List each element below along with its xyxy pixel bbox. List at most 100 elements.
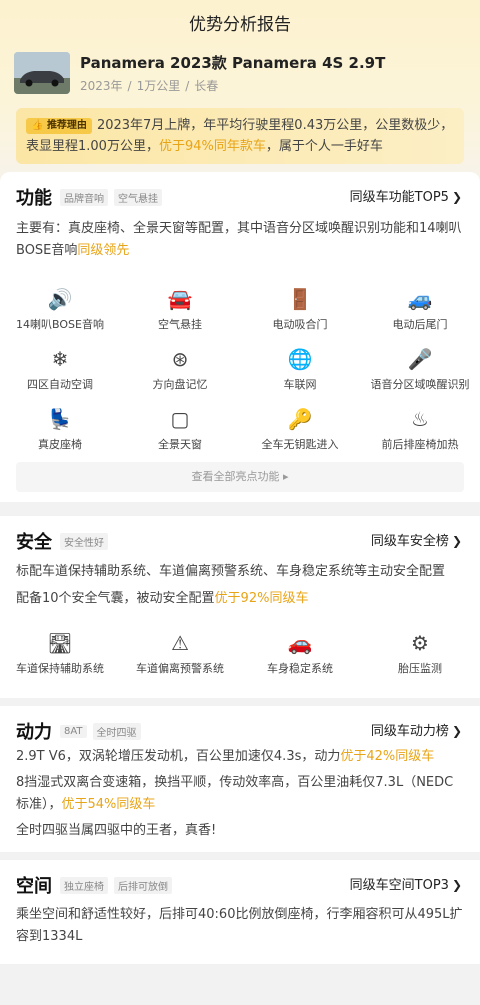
lane-departure-icon: ⚠ xyxy=(171,631,189,655)
car-year: 2023年 xyxy=(80,79,123,93)
features-item[interactable]: ⊛ 方向盘记忆 xyxy=(120,344,240,404)
features-item[interactable]: 💺 真皮座椅 xyxy=(0,404,120,464)
chevron-right-icon: ❯ xyxy=(451,724,462,738)
power-title: 动力 xyxy=(16,722,52,743)
safety-item[interactable]: ⚙ 胎压监测 xyxy=(360,628,480,688)
features-item-label: 语音分区域唤醒识别 xyxy=(370,378,470,391)
features-item[interactable]: 🚘 空气悬挂 xyxy=(120,284,240,344)
power-line-1-highlight: 优于42%同级车 xyxy=(340,749,435,764)
safety-item[interactable]: ⚠ 车道偏离预警系统 xyxy=(120,628,240,688)
features-item-label: 前后排座椅加热 xyxy=(381,438,459,451)
safety-rank-link[interactable]: 同级车安全榜 ❯ xyxy=(371,530,462,549)
space-card: 空间 独立座椅 后排可放倒 同级车空间TOP3 ❯ 乘坐空间和舒适性较好，后排可4… xyxy=(0,860,480,964)
features-desc: 主要有：真皮座椅、全景天窗等配置，其中语音分区域唤醒识别功能和14喇叭BOSE音… xyxy=(16,218,464,262)
globe-icon: 🌐 xyxy=(287,347,313,371)
car-mileage: 1万公里 xyxy=(136,79,181,93)
chevron-right-icon: ❯ xyxy=(451,190,462,204)
safety-rank-label: 同级车安全榜 xyxy=(370,534,449,549)
power-line-1: 2.9T V6，双涡轮增压发动机，百公里加速仅4.3s，动力优于42%同级车 xyxy=(16,746,464,768)
power-line-3: 全时四驱当属四驱中的王者，真香! xyxy=(16,823,217,838)
power-line-2: 8挡湿式双离合变速箱，换挡平顺，传动效率高，百公里油耗仅7.3L（NEDC标准）… xyxy=(16,772,464,816)
seat-heating-icon: ♨ xyxy=(411,407,429,431)
power-line-1-text: 2.9T V6，双涡轮增压发动机，百公里加速仅4.3s，动力 xyxy=(16,749,341,764)
space-rank-label: 同级车空间TOP3 xyxy=(349,878,449,893)
recommend-tag-label: 推荐理由 xyxy=(46,120,87,131)
power-rank-label: 同级车动力榜 xyxy=(370,724,449,739)
features-item[interactable]: 🚪 电动吸合门 xyxy=(240,284,360,344)
page-title: 优势分析报告 xyxy=(189,15,291,35)
safety-title: 安全 xyxy=(16,532,52,553)
safety-desc-1: 标配车道保持辅助系统、车道偏离预警系统、车身稳定系统等主动安全配置 xyxy=(16,564,446,579)
safety-item-label: 车道偏离预警系统 xyxy=(136,662,224,675)
features-header: 功能 品牌音响 空气悬挂 xyxy=(16,184,168,210)
space-rank-link[interactable]: 同级车空间TOP3 ❯ xyxy=(350,874,462,893)
air-suspension-icon: 🚘 xyxy=(167,287,193,311)
soft-close-door-icon: 🚪 xyxy=(287,287,313,311)
keyless-entry-icon: 🔑 xyxy=(287,407,313,431)
safety-item[interactable]: 🚗 车身稳定系统 xyxy=(240,628,360,688)
air-conditioner-icon: ❄ xyxy=(51,347,69,371)
features-card: 功能 品牌音响 空气悬挂 同级车功能TOP5 ❯ 主要有：真皮座椅、全景天窗等配置… xyxy=(0,172,480,502)
features-desc-highlight: 同级领先 xyxy=(77,243,130,258)
view-all-features-button[interactable]: 查看全部亮点功能 ▸ xyxy=(16,462,464,492)
chevron-right-icon: ❯ xyxy=(451,534,462,548)
features-item-label: 方向盘记忆 xyxy=(152,378,208,391)
steering-wheel-icon: ⊛ xyxy=(171,347,189,371)
features-tag: 品牌音响 xyxy=(60,188,108,206)
power-tag: 全时四驱 xyxy=(92,722,141,740)
car-meta: 2023年/1万公里 / 长春 xyxy=(80,79,219,93)
recommend-text-2: ，属于个人一手好车 xyxy=(265,139,383,154)
features-item-label: 真皮座椅 xyxy=(38,438,82,451)
features-item[interactable]: ▢ 全景天窗 xyxy=(120,404,240,464)
stability-control-icon: 🚗 xyxy=(287,631,313,655)
features-item[interactable]: 🎤 语音分区域唤醒识别 xyxy=(360,344,480,404)
power-rank-link[interactable]: 同级车动力榜 ❯ xyxy=(371,720,462,739)
recommend-tag: 👍 推荐理由 xyxy=(26,118,92,134)
features-item[interactable]: 🔑 全车无钥匙进入 xyxy=(240,404,360,464)
speaker-icon: 🔊 xyxy=(47,287,73,311)
features-item[interactable]: ❄ 四区自动空调 xyxy=(0,344,120,404)
power-card: 动力 8AT 全时四驱 同级车动力榜 ❯ 2.9T V6，双涡轮增压发动机，百公里… xyxy=(0,706,480,852)
car-thumbnail[interactable] xyxy=(14,52,70,94)
features-item-label: 14喇叭BOSE音响 xyxy=(16,318,104,331)
features-item-label: 空气悬挂 xyxy=(158,318,202,331)
space-title: 空间 xyxy=(16,876,52,897)
space-tag: 后排可放倒 xyxy=(114,876,172,894)
power-line-2-highlight: 优于54%同级车 xyxy=(61,797,156,812)
recommend-reason: 👍 推荐理由 2023年7月上牌，年平均行驶里程0.43万公里，公里数极少，表显里… xyxy=(16,108,464,164)
features-item[interactable]: 🚙 电动后尾门 xyxy=(360,284,480,344)
safety-card: 安全 安全性好 同级车安全榜 ❯ 标配车道保持辅助系统、车道偏离预警系统、车身稳定… xyxy=(0,516,480,698)
car-title: Panamera 2023款 Panamera 4S 2.9T xyxy=(80,54,386,72)
features-title: 功能 xyxy=(16,188,52,209)
space-desc: 乘坐空间和舒适性较好，后排可40:60比例放倒座椅，行李厢容积可从495L扩容到… xyxy=(16,907,463,944)
safety-grid: 🛣 车道保持辅助系统 ⚠ 车道偏离预警系统 🚗 车身稳定系统 ⚙ 胎压监测 xyxy=(0,628,480,688)
features-item-label: 四区自动空调 xyxy=(27,378,93,391)
features-rank-link[interactable]: 同级车功能TOP5 ❯ xyxy=(350,186,462,205)
microphone-icon: 🎤 xyxy=(407,347,433,371)
car-city: 长春 xyxy=(194,79,219,93)
features-grid: 🔊 14喇叭BOSE音响 🚘 空气悬挂 🚪 电动吸合门 🚙 电动后尾门 ❄ 四区自动空调 ⊛ 方向盘记… xyxy=(0,284,480,464)
features-rank-label: 同级车功能TOP5 xyxy=(349,190,449,205)
features-item-label: 车联网 xyxy=(283,378,317,391)
features-item[interactable]: ♨ 前后排座椅加热 xyxy=(360,404,480,464)
recommend-highlight: 优于94%同年款车 xyxy=(158,139,266,154)
safety-item-label: 车道保持辅助系统 xyxy=(16,662,104,675)
safety-desc-2: 配备10个安全气囊，被动安全配置优于92%同级车 xyxy=(16,588,464,610)
features-item[interactable]: 🔊 14喇叭BOSE音响 xyxy=(0,284,120,344)
chevron-right-icon: ❯ xyxy=(451,878,462,892)
features-tag: 空气悬挂 xyxy=(114,188,162,206)
safety-header: 安全 安全性好 xyxy=(16,528,114,554)
space-header: 空间 独立座椅 后排可放倒 xyxy=(16,872,178,898)
safety-desc-2-text: 配备10个安全气囊，被动安全配置 xyxy=(16,591,215,606)
safety-item-label: 胎压监测 xyxy=(398,662,442,675)
space-tag: 独立座椅 xyxy=(60,876,108,894)
tire-pressure-icon: ⚙ xyxy=(411,631,429,655)
power-header: 动力 8AT 全时四驱 xyxy=(16,718,147,744)
lane-keep-icon: 🛣 xyxy=(47,631,73,655)
features-item-label: 电动后尾门 xyxy=(392,318,448,331)
power-tag: 8AT xyxy=(60,724,87,738)
sunroof-icon: ▢ xyxy=(170,407,190,431)
safety-item[interactable]: 🛣 车道保持辅助系统 xyxy=(0,628,120,688)
power-tailgate-icon: 🚙 xyxy=(407,287,433,311)
features-item[interactable]: 🌐 车联网 xyxy=(240,344,360,404)
